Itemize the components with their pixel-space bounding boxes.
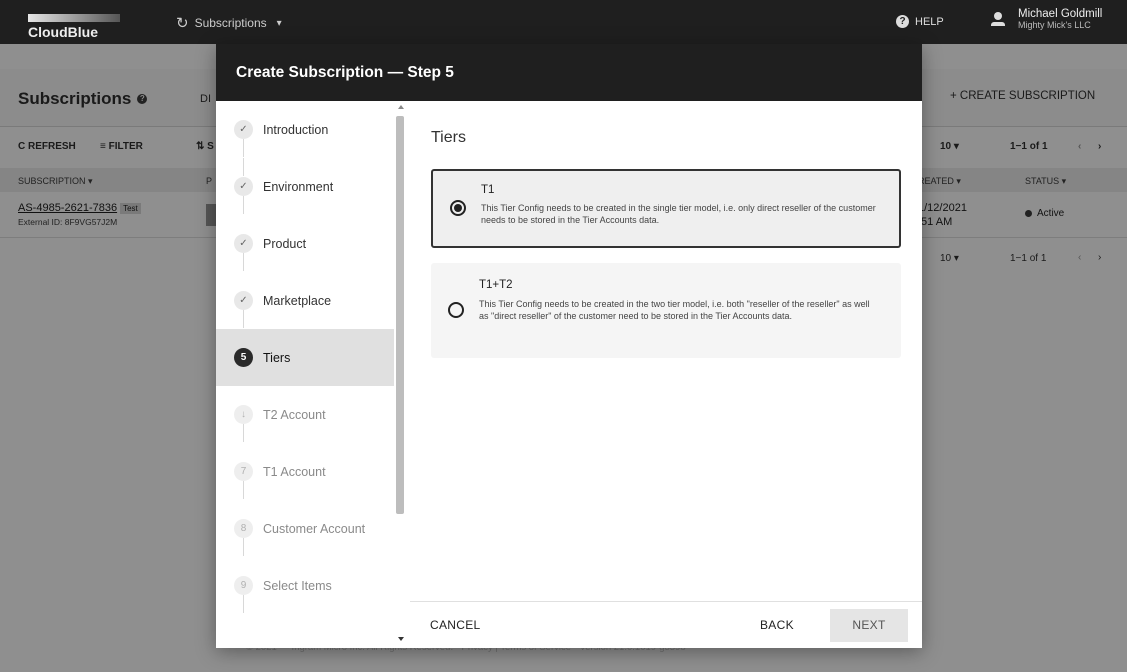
scroll-down-icon[interactable] — [398, 637, 404, 641]
step-label: Introduction — [263, 122, 329, 137]
step-connector — [243, 424, 244, 442]
radio-unselected-icon[interactable] — [448, 302, 464, 318]
step-connector — [243, 139, 244, 157]
info-icon[interactable]: ? — [137, 94, 148, 104]
arrow-down-icon: ↓ — [234, 405, 253, 424]
sync-icon: ↻ — [176, 15, 189, 32]
pagination-range-bottom: 1−1 of 1 — [1010, 253, 1047, 264]
scroll-up-icon[interactable] — [398, 105, 404, 109]
step-label: T2 Account — [263, 407, 326, 422]
next-page-icon[interactable]: › — [1098, 252, 1101, 263]
subscription-id[interactable]: AS-4985-2621-7836 — [18, 202, 117, 214]
step-connector — [243, 310, 244, 328]
check-icon: ✓ — [234, 120, 253, 139]
step-number-icon: 8 — [234, 519, 253, 538]
next-page-icon[interactable]: › — [1098, 141, 1101, 152]
rows-per-page-select[interactable]: 10 ▾ — [940, 141, 959, 152]
logo-mark — [28, 14, 120, 22]
help-button[interactable]: ? HELP — [896, 15, 944, 28]
rows-per-page-select-bottom[interactable]: 10 ▾ — [940, 253, 959, 264]
module-switcher[interactable]: ↻ Subscriptions ▾ — [176, 14, 282, 32]
created-date: 1/12/2021 :51 AM — [918, 201, 967, 229]
external-id: External ID: 8F9VG57J2M — [18, 217, 118, 227]
sort-button[interactable]: ⇅ S — [196, 141, 214, 152]
step-label: Environment — [263, 179, 334, 194]
step-tiers[interactable]: 5 Tiers — [216, 329, 394, 386]
back-button[interactable]: BACK — [760, 618, 794, 632]
dialog-title: Create Subscription — Step 5 — [236, 64, 454, 81]
step-connector — [243, 481, 244, 499]
status-text: Active — [1037, 208, 1065, 219]
step-number-icon: 9 — [234, 576, 253, 595]
tier-option-t1-t2[interactable]: T1+T2 This Tier Config needs to be creat… — [431, 263, 901, 358]
created-date-line1: 1/12/2021 — [918, 202, 967, 214]
tier-description: This Tier Config needs to be created in … — [481, 203, 876, 225]
column-subscription[interactable]: SUBSCRIPTION ▾ — [18, 176, 93, 187]
chevron-down-icon: ▾ — [276, 17, 282, 29]
created-date-line2: :51 AM — [918, 216, 953, 228]
page-title: Subscriptions ? — [18, 89, 148, 109]
status-dot-icon — [1025, 210, 1032, 217]
tier-name: T1+T2 — [479, 279, 513, 291]
cancel-button[interactable]: CANCEL — [430, 618, 480, 632]
check-icon: ✓ — [234, 234, 253, 253]
pagination-range: 1−1 of 1 — [1010, 141, 1048, 152]
top-bar: CloudBlue ↻ Subscriptions ▾ ? HELP Micha… — [0, 0, 1127, 44]
tier-description: This Tier Config needs to be created in … — [479, 299, 870, 321]
prev-page-icon[interactable]: ‹ — [1078, 141, 1081, 152]
help-label: HELP — [915, 15, 944, 28]
check-icon: ✓ — [234, 291, 253, 310]
wizard-steps: ✓ Introduction ✓ Environment ✓ Product ✓… — [216, 101, 410, 648]
user-org: Mighty Mick's LLC — [1018, 20, 1091, 30]
step-number-icon: 5 — [234, 348, 253, 367]
status-badge: Active — [1025, 208, 1064, 219]
step-label: T1 Account — [263, 464, 326, 479]
dialog-content: Tiers T1 This Tier Config needs to be cr… — [410, 101, 922, 601]
create-subscription-button[interactable]: + CREATE SUBSCRIPTION — [950, 90, 1095, 102]
dialog-header: Create Subscription — Step 5 — [216, 44, 922, 101]
step-label: Product — [263, 236, 307, 251]
column-p[interactable]: P — [206, 176, 212, 186]
user-name: Michael Goldmill — [1018, 8, 1103, 20]
step-connector — [243, 538, 244, 556]
step-label: Marketplace — [263, 293, 332, 308]
logo[interactable]: CloudBlue — [28, 24, 98, 40]
user-icon — [990, 11, 1006, 27]
prev-page-icon[interactable]: ‹ — [1078, 252, 1081, 263]
tier-option-t1[interactable]: T1 This Tier Config needs to be created … — [431, 169, 901, 248]
next-button[interactable]: NEXT — [830, 609, 908, 642]
tab-details[interactable]: DI — [200, 93, 211, 105]
column-status[interactable]: STATUS ▾ — [1025, 176, 1066, 187]
step-connector — [243, 253, 244, 271]
step-connector — [243, 196, 244, 214]
step-label: Customer Account — [263, 521, 366, 536]
subscription-id-link[interactable]: AS-4985-2621-7836 Test — [18, 202, 141, 214]
help-icon: ? — [896, 15, 909, 28]
step-label: Select Items — [263, 578, 332, 593]
create-subscription-dialog: Create Subscription — Step 5 ✓ Introduct… — [216, 44, 922, 648]
filter-button[interactable]: ≡ FILTER — [100, 141, 143, 152]
column-created[interactable]: REATED ▾ — [918, 176, 961, 187]
radio-selected-icon[interactable] — [450, 200, 466, 216]
dialog-footer: CANCEL BACK NEXT — [410, 601, 922, 648]
user-menu[interactable]: Michael Goldmill Mighty Mick's LLC — [990, 8, 1102, 30]
tier-name: T1 — [481, 184, 495, 196]
step-label: Tiers — [263, 350, 291, 365]
refresh-button[interactable]: C REFRESH — [18, 141, 76, 152]
page-title-text: Subscriptions — [18, 89, 132, 108]
check-icon: ✓ — [234, 177, 253, 196]
step-number-icon: 7 — [234, 462, 253, 481]
section-title: Tiers — [431, 129, 466, 146]
product-thumbnail — [206, 204, 216, 226]
step-connector — [243, 595, 244, 613]
module-label: Subscriptions — [194, 16, 267, 30]
steps-scrollbar[interactable] — [396, 116, 404, 514]
test-badge: Test — [120, 203, 141, 214]
